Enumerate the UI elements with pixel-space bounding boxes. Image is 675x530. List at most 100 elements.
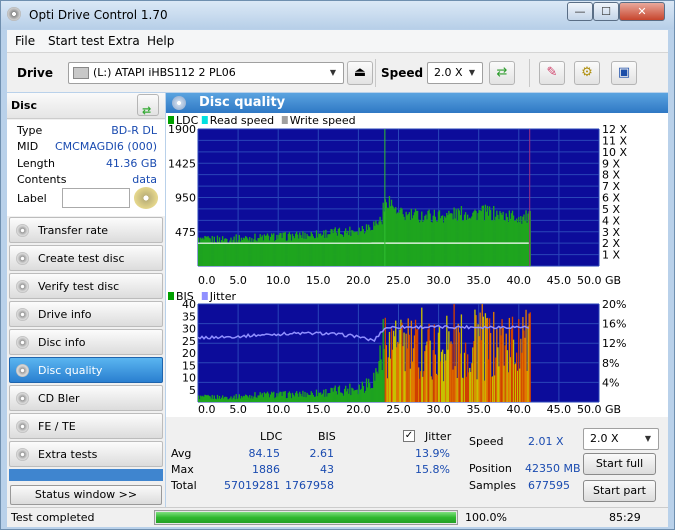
y2-tick-label: 16% (602, 318, 626, 331)
start-part-button[interactable]: Start part (583, 480, 656, 502)
max-label: Max (171, 463, 194, 476)
y-tick-label: 950 (175, 192, 196, 205)
nav-drive-info[interactable]: Drive info (9, 301, 163, 327)
x-tick-label: 5.0 (229, 403, 247, 416)
position-label: Position (469, 462, 512, 475)
x-tick-label: 40.0 (507, 403, 532, 416)
x-tick-label: 15.0 (306, 274, 331, 287)
jitter-checkbox[interactable]: ✓ (403, 430, 415, 442)
nav-label: Disc quality (38, 364, 103, 377)
jitter-avg: 13.9% (415, 447, 450, 460)
minimize-button[interactable]: — (567, 2, 593, 21)
nav-transfer-rate[interactable]: Transfer rate (9, 217, 163, 243)
start-full-button[interactable]: Start full (583, 453, 656, 475)
label-input[interactable] (62, 188, 130, 208)
maximize-button[interactable]: ☐ (593, 2, 619, 21)
x-tick-label: 20.0 (346, 274, 371, 287)
nav-cd-bler[interactable]: CD Bler (9, 385, 163, 411)
disc-label-icon[interactable] (134, 187, 158, 209)
menu-extra[interactable]: Extra (108, 34, 140, 48)
y-tick-label: 475 (175, 226, 196, 239)
chevron-down-icon: ▼ (468, 68, 476, 77)
nav-disc-quality[interactable]: Disc quality (9, 357, 163, 383)
menu-bar: File Start test Extra Help (7, 30, 668, 52)
chevron-down-icon: ▼ (329, 68, 337, 77)
x-tick-label: 30.0 (426, 403, 451, 416)
nav-label: Create test disc (38, 252, 125, 265)
refresh-speed-button[interactable]: ⇄ (489, 61, 515, 85)
save-button[interactable]: ▣ (611, 61, 637, 85)
disc-key: Label (17, 192, 47, 205)
nav-create-test-disc[interactable]: Create test disc (9, 245, 163, 271)
menu-start-test[interactable]: Start test (48, 34, 104, 48)
menu-file[interactable]: File (15, 34, 35, 48)
x-tick-label: 5.0 (229, 274, 247, 287)
toolbar: Drive (L:) ATAPI iHBS112 2 PL06 ▼ ⏏ Spee… (7, 52, 668, 92)
settings-button[interactable]: ⚙ (574, 61, 600, 85)
disc-icon (16, 280, 29, 293)
x-tick-label: 0.0 (198, 403, 216, 416)
disc-icon (16, 308, 29, 321)
bis-bar (529, 312, 531, 402)
drive-select[interactable]: (L:) ATAPI iHBS112 2 PL06 ▼ (68, 62, 344, 84)
nav-label: Transfer rate (38, 224, 109, 237)
disc-refresh-button[interactable]: ⇄ (137, 94, 159, 117)
disc-row-type: Type BD-R DL (17, 124, 157, 140)
test-speed-select[interactable]: 2.0 X ▼ (583, 428, 659, 450)
close-button[interactable]: ✕ (619, 2, 665, 21)
erase-button[interactable]: ✎ (539, 61, 565, 85)
nav-fe-te[interactable]: FE / TE (9, 413, 163, 439)
y-tick-label: 1425 (168, 157, 196, 170)
window-title: Opti Drive Control 1.70 (29, 8, 168, 22)
nav-label: FE / TE (38, 420, 76, 433)
y2-tick-label: 8% (602, 357, 619, 370)
bis-total: 1767958 (285, 479, 334, 492)
charts-area: LDC Read speed Write speed 1900 1425 950 475 12… (166, 113, 668, 417)
disc-key: MID (17, 140, 39, 153)
y-tick-label: 30 (182, 323, 196, 336)
app-disc-icon (7, 7, 21, 21)
legend-label: Jitter (209, 290, 237, 303)
x-tick-label: 35.0 (466, 274, 491, 287)
nav-verify-test-disc[interactable]: Verify test disc (9, 273, 163, 299)
disc-icon (16, 420, 29, 433)
title-bar: Opti Drive Control 1.70 — ☐ ✕ (1, 1, 674, 29)
toolbar-divider (529, 59, 530, 87)
x-tick-label: 0.0 (198, 274, 216, 287)
refresh-icon: ⇄ (496, 65, 508, 80)
sidebar: Disc ⇄ Type BD-R DL MID CMCMAGDI6 (000) … (7, 93, 165, 507)
disc-icon (16, 224, 29, 237)
eject-button[interactable]: ⏏ (347, 61, 373, 85)
x-tick-label: 50.0 GB (577, 403, 621, 416)
disc-value: CMCMAGDI6 (000) (55, 140, 157, 153)
x-tick-label: 35.0 (466, 403, 491, 416)
stats-panel: LDC BIS ✓ Jitter Avg Max Total 84.15 188… (166, 417, 668, 507)
disc-value: BD-R DL (111, 124, 157, 137)
disc-row-mid: MID CMCMAGDI6 (000) (17, 140, 157, 156)
status-window-button[interactable]: Status window >> (10, 485, 162, 505)
y2-tick-label: 4% (602, 376, 619, 389)
chevron-down-icon: ▼ (644, 434, 652, 443)
progress-percent: 100.0% (465, 511, 507, 524)
speed-stat-label: Speed (469, 435, 504, 448)
legend-label: Write speed (290, 114, 356, 127)
toolbar-divider (375, 59, 376, 87)
x-tick-label: 10.0 (266, 274, 291, 287)
y-tick-label: 15 (182, 359, 196, 372)
legend-swatch (201, 116, 208, 124)
speed-label: Speed (381, 66, 424, 80)
drive-label: Drive (17, 66, 53, 80)
disc-quality-panel: Disc quality LDC Read speed Write speed 190… (166, 93, 668, 507)
speed-select[interactable]: 2.0 X ▼ (427, 62, 483, 84)
nav-extra-tests[interactable]: Extra tests (9, 441, 163, 467)
gears-icon: ⚙ (581, 65, 593, 80)
menu-help[interactable]: Help (147, 34, 174, 48)
disc-row-length: Length 41.36 GB (17, 157, 157, 173)
ldc-max: 1886 (252, 463, 280, 476)
disc-key: Type (17, 124, 43, 137)
jitter-max: 15.8% (415, 463, 450, 476)
nav-disc-info[interactable]: Disc info (9, 329, 163, 355)
floppy-disk-icon: ▣ (617, 65, 631, 80)
y2-tick-label: 12% (602, 337, 626, 350)
legend-swatch (281, 116, 288, 124)
